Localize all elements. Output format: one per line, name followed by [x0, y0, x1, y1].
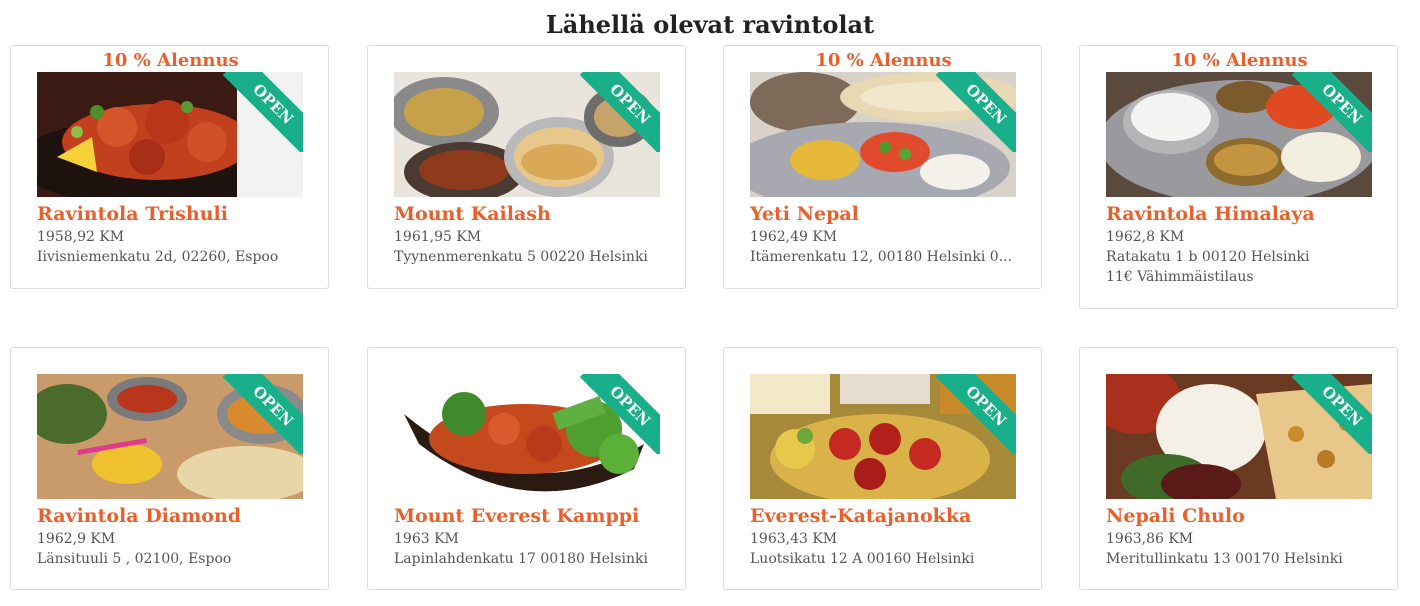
- minimum-order: 11€ Vähimmäistilaus: [1106, 269, 1254, 285]
- restaurant-name[interactable]: Ravintola Himalaya: [1106, 202, 1386, 226]
- restaurant-distance: 1958,92 KM: [37, 229, 125, 245]
- restaurant-card[interactable]: 10 % Alennus OPEN Ravintola Trishuli 195…: [10, 45, 329, 289]
- discount-label: 10 % Alennus: [102, 50, 239, 71]
- restaurant-photo[interactable]: OPEN: [750, 374, 1016, 499]
- restaurant-name[interactable]: Ravintola Diamond: [37, 504, 317, 528]
- restaurant-address: Lapinlahdenkatu 17 00180 Helsinki: [394, 551, 648, 567]
- restaurant-distance: 1961,95 KM: [394, 229, 482, 245]
- restaurant-card[interactable]: OPEN Mount Everest Kamppi 1963 KM Lapinl…: [367, 347, 686, 590]
- restaurant-address: Ratakatu 1 b 00120 Helsinki: [1106, 249, 1310, 265]
- restaurant-photo[interactable]: OPEN: [394, 374, 660, 499]
- restaurant-name[interactable]: Ravintola Trishuli: [37, 202, 317, 226]
- restaurant-photo[interactable]: OPEN: [750, 72, 1016, 197]
- restaurant-distance: 1962,8 KM: [1106, 229, 1185, 245]
- restaurant-address: Iivisniemenkatu 2d, 02260, Espoo: [37, 249, 279, 265]
- restaurant-name[interactable]: Nepali Chulo: [1106, 504, 1386, 528]
- restaurant-distance: 1963,86 KM: [1106, 531, 1194, 547]
- restaurant-card[interactable]: OPEN Everest-Katajanokka 1963,43 KM Luot…: [723, 347, 1042, 590]
- restaurant-name[interactable]: Mount Everest Kamppi: [394, 504, 674, 528]
- restaurant-distance: 1963 KM: [394, 531, 459, 547]
- restaurant-address: Länsituuli 5 , 02100, Espoo: [37, 551, 232, 567]
- restaurant-distance: 1962,49 KM: [750, 229, 838, 245]
- restaurant-address: Luotsikatu 12 A 00160 Helsinki: [750, 551, 975, 567]
- restaurant-photo[interactable]: OPEN: [1106, 374, 1372, 499]
- restaurant-name[interactable]: Yeti Nepal: [750, 202, 1030, 226]
- restaurant-name[interactable]: Everest-Katajanokka: [750, 504, 1030, 528]
- restaurant-address: Itämerenkatu 12, 00180 Helsinki 0...: [750, 249, 1013, 265]
- restaurant-photo[interactable]: OPEN: [37, 72, 303, 197]
- restaurant-photo[interactable]: OPEN: [394, 72, 660, 197]
- restaurant-card[interactable]: OPEN Mount Kailash 1961,95 KM Tyynenmere…: [367, 45, 686, 289]
- discount-label: 10 % Alennus: [1171, 50, 1308, 71]
- restaurant-card[interactable]: 10 % Alennus OPEN Yeti Nepal 1962,49 KM …: [723, 45, 1042, 289]
- page-title: Lähellä olevat ravintolat: [545, 10, 875, 39]
- restaurant-distance: 1962,9 KM: [37, 531, 116, 547]
- restaurant-card[interactable]: OPEN Ravintola Diamond 1962,9 KM Länsitu…: [10, 347, 329, 590]
- restaurant-distance: 1963,43 KM: [750, 531, 838, 547]
- restaurant-name[interactable]: Mount Kailash: [394, 202, 674, 226]
- restaurant-address: Meritullinkatu 13 00170 Helsinki: [1106, 551, 1343, 567]
- restaurant-photo[interactable]: OPEN: [1106, 72, 1372, 197]
- restaurant-address: Tyynenmerenkatu 5 00220 Helsinki: [394, 249, 648, 265]
- restaurant-card[interactable]: OPEN Nepali Chulo 1963,86 KM Meritullink…: [1079, 347, 1398, 590]
- discount-label: 10 % Alennus: [815, 50, 952, 71]
- restaurant-photo[interactable]: OPEN: [37, 374, 303, 499]
- restaurant-card[interactable]: 10 % Alennus OPEN Ravintola Himalaya 196…: [1079, 45, 1398, 309]
